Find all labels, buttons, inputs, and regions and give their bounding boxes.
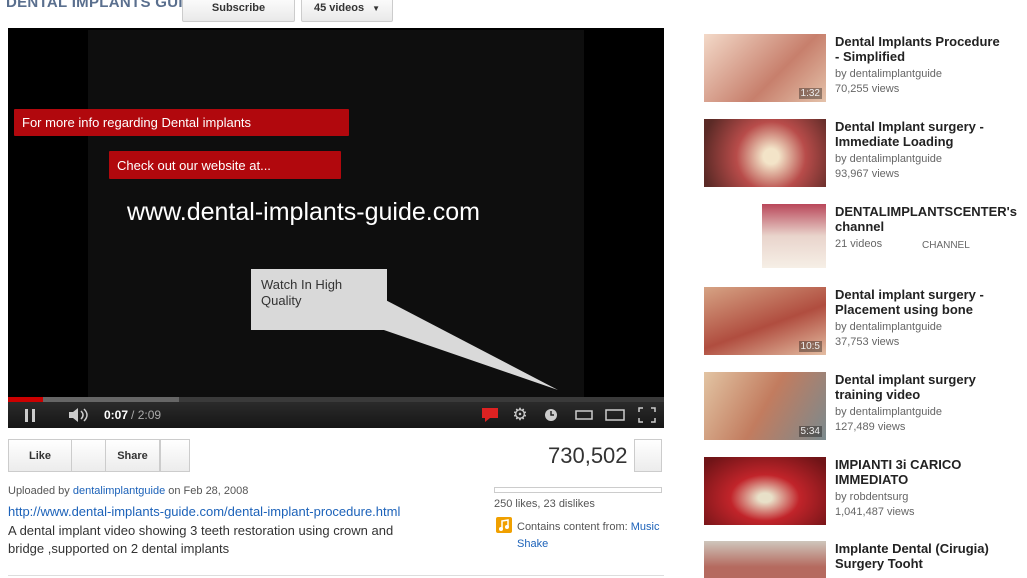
channel-title[interactable]: DENTAL IMPLANTS GUIDE <box>6 0 204 11</box>
related-uploader: by dentalimplantguide <box>835 68 943 80</box>
overlay-url-text: www.dental-implants-guide.com <box>127 198 480 226</box>
related-title[interactable]: IMPIANTI 3i CARICO IMMEDIATO <box>835 457 1005 487</box>
likes-bar <box>494 487 662 493</box>
video-thumbnail[interactable]: 5:34 <box>704 372 826 440</box>
related-title[interactable]: Dental implant surgery training video <box>835 372 1005 402</box>
time-display: 0:07 / 2:09 <box>104 406 161 424</box>
videos-dropdown-button[interactable]: 45 videos ▼ <box>301 0 393 22</box>
related-title[interactable]: Dental Implants Procedure - Simplified <box>835 34 1005 64</box>
video-thumbnail[interactable] <box>704 541 826 578</box>
video-description: A dental implant video showing 3 teeth r… <box>8 523 394 556</box>
large-player-icon[interactable] <box>604 407 626 423</box>
music-content-icon <box>496 517 514 533</box>
related-views: 1,041,487 views <box>835 506 915 518</box>
share-label: Share <box>117 449 148 462</box>
shake-link[interactable]: Shake <box>517 538 548 550</box>
likes-dislikes-text: 250 likes, 23 dislikes <box>494 498 595 510</box>
watch-hq-bubble: Watch In High Quality <box>251 269 387 330</box>
volume-icon[interactable] <box>66 406 92 424</box>
related-views: 70,255 views <box>835 83 900 95</box>
chevron-down-icon: ▼ <box>372 3 381 13</box>
related-views: 93,967 views <box>835 168 900 180</box>
related-title[interactable]: Dental implant surgery - Placement using… <box>835 287 1005 317</box>
video-thumbnail[interactable] <box>704 457 826 525</box>
duration-badge: 10:5 <box>798 341 822 352</box>
view-count: 730,502 <box>548 443 628 468</box>
videos-dropdown-label: 45 videos <box>313 2 365 14</box>
fullscreen-icon[interactable] <box>636 406 658 424</box>
like-button[interactable]: Like <box>8 439 72 472</box>
like-label: Like <box>28 449 51 462</box>
video-thumbnail[interactable]: 1:32 <box>704 34 826 102</box>
subscribe-button[interactable]: Subscribe <box>182 0 295 22</box>
annotations-icon[interactable] <box>481 407 499 423</box>
video-player[interactable]: For more info regarding Dental implants … <box>8 28 664 428</box>
dislike-button[interactable] <box>71 439 106 472</box>
stats-button[interactable] <box>634 439 662 472</box>
content-from-prefix: Contains content from: <box>517 521 628 533</box>
pause-icon[interactable] <box>22 407 38 423</box>
channel-video-count: 21 videos <box>835 238 883 250</box>
video-website-link[interactable]: http://www.dental-implants-guide.com/den… <box>8 504 400 519</box>
overlay-label-info: For more info regarding Dental implants <box>14 109 349 136</box>
likes-bar-fill <box>495 488 648 492</box>
uploader-link[interactable]: dentalimplantguide <box>73 485 165 497</box>
related-uploader: by dentalimplantguide <box>835 406 943 418</box>
settings-gear-icon[interactable]: ⚙ <box>510 405 530 425</box>
more-actions-button[interactable] <box>160 439 190 472</box>
related-views: 37,753 views <box>835 336 900 348</box>
content-from-text: Contains content from: Music Shake <box>517 519 667 553</box>
music-link[interactable]: Music <box>631 521 660 533</box>
related-uploader: by dentalimplantguide <box>835 153 943 165</box>
divider <box>8 575 664 576</box>
duration-badge: 5:34 <box>798 426 822 437</box>
uploaded-prefix: Uploaded by <box>8 485 70 497</box>
watch-later-icon[interactable] <box>543 407 559 423</box>
player-controls: 0:07 / 2:09 ⚙ <box>8 402 664 428</box>
small-player-icon[interactable] <box>573 407 595 423</box>
duration-badge: 1:32 <box>798 88 822 99</box>
related-uploader: by dentalimplantguide <box>835 321 943 333</box>
overlay-label-website: Check out our website at... <box>109 151 341 179</box>
related-title[interactable]: Implante Dental (Cirugia) Surgery Tooht <box>835 541 1005 571</box>
related-title[interactable]: DENTALIMPLANTSCENTER's channel <box>835 204 1017 234</box>
video-thumbnail[interactable] <box>704 119 826 187</box>
channel-badge: CHANNEL <box>922 240 970 251</box>
total-time: / 2:09 <box>131 408 162 422</box>
related-views: 127,489 views <box>835 421 906 433</box>
share-button[interactable]: Share <box>105 439 160 472</box>
uploaded-date: on Feb 28, 2008 <box>168 485 249 497</box>
related-title[interactable]: Dental Implant surgery - Immediate Loadi… <box>835 119 1005 149</box>
channel-avatar[interactable] <box>762 204 826 268</box>
speech-bubble-tail <box>378 296 558 390</box>
current-time: 0:07 <box>104 408 129 422</box>
uploaded-by-line: Uploaded by dentalimplantguide on Feb 28… <box>8 485 248 497</box>
related-uploader: by robdentsurg <box>835 491 909 503</box>
video-thumbnail[interactable]: 10:5 <box>704 287 826 355</box>
